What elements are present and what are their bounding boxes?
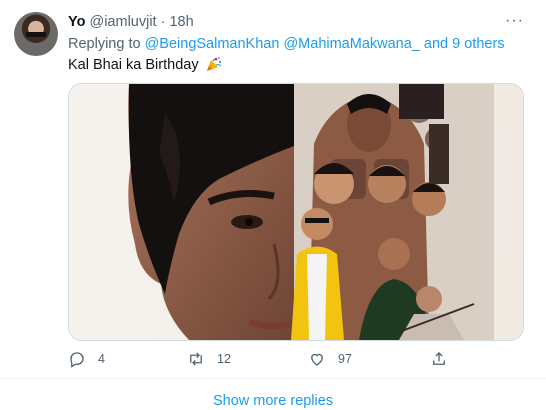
share-button[interactable] — [430, 347, 448, 371]
party-popper-icon — [206, 56, 222, 72]
replying-to: Replying to @BeingSalmanKhan @MahimaMakw… — [68, 35, 505, 53]
reply-button[interactable]: 4 — [68, 347, 105, 371]
show-more-replies-link[interactable]: Show more replies — [0, 392, 546, 410]
retweet-button[interactable]: 12 — [187, 347, 231, 371]
separator: · — [160, 14, 166, 30]
tweet-header: Yo @iamluvjit · 18h — [68, 13, 194, 31]
like-button[interactable]: 97 — [308, 347, 352, 371]
tweet-body: Kal Bhai ka Birthday — [68, 57, 199, 73]
tweet-actions: 4 12 97 — [68, 347, 522, 371]
replying-prefix: Replying to — [68, 36, 141, 52]
tweet-article[interactable]: Yo @iamluvjit · 18h ··· Replying to @Bei… — [0, 0, 546, 378]
timestamp[interactable]: 18h — [169, 14, 193, 30]
retweet-count: 12 — [217, 352, 231, 366]
avatar[interactable] — [14, 12, 58, 56]
display-name[interactable]: Yo — [68, 14, 85, 30]
handle[interactable]: @iamluvjit — [89, 14, 156, 30]
retweet-icon — [190, 352, 202, 366]
mention-link[interactable]: @BeingSalmanKhan — [145, 36, 280, 52]
collage-photo — [69, 84, 523, 340]
tweet-text: Kal Bhai ka Birthday — [68, 56, 222, 74]
mention-link[interactable]: @MahimaMakwana_ — [283, 36, 419, 52]
others-link[interactable]: and 9 others — [424, 36, 505, 52]
heart-icon — [311, 353, 323, 366]
tweet-image[interactable] — [68, 83, 524, 341]
reply-icon — [70, 352, 84, 368]
like-count: 97 — [338, 352, 352, 366]
more-options-icon[interactable]: ··· — [505, 13, 524, 29]
share-icon — [433, 352, 445, 365]
reply-count: 4 — [98, 352, 105, 366]
divider — [0, 378, 546, 379]
